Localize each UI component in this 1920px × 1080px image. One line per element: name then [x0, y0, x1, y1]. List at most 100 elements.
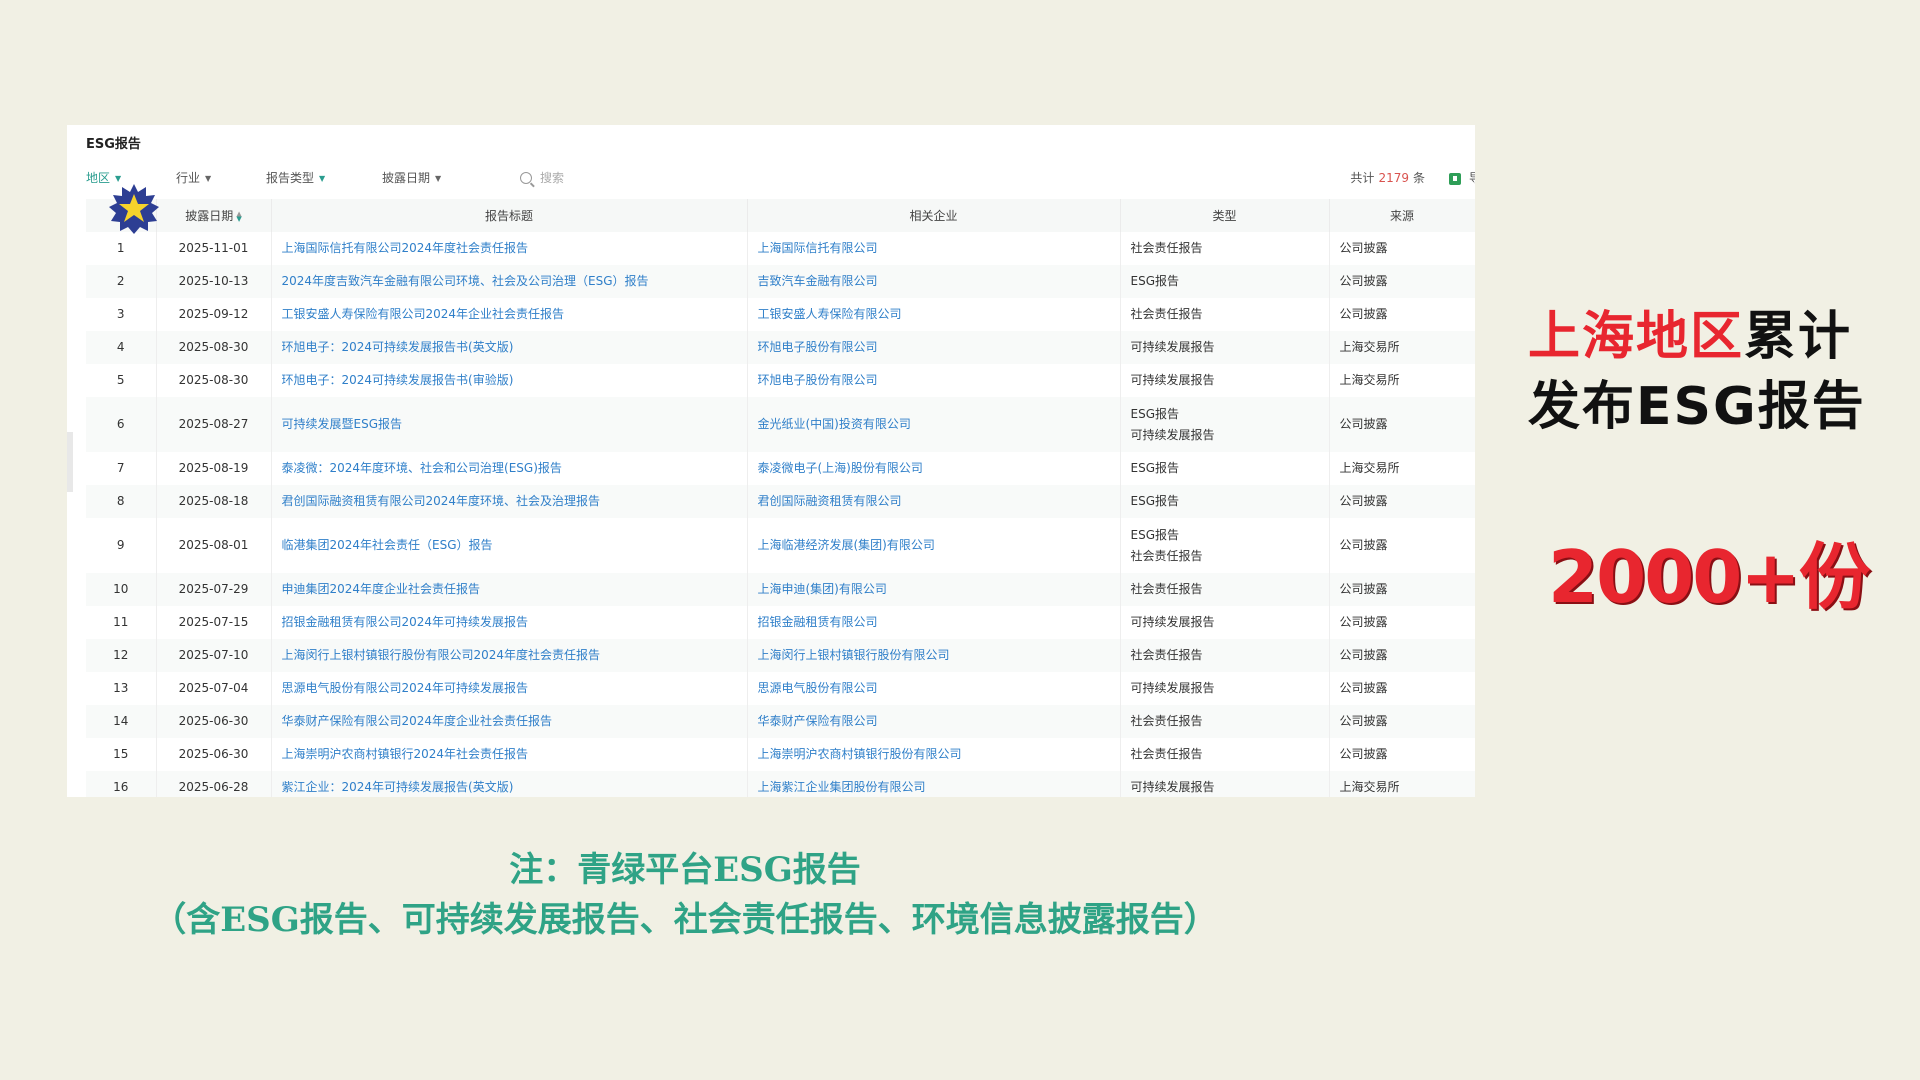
table-row[interactable]: 15 2025-06-30 上海崇明沪农商村镇银行2024年社会责任报告 上海崇明沪农… [86, 738, 1475, 771]
row-type-text: 社会责任报告 [1130, 241, 1203, 255]
row-company-link-text[interactable]: 环旭电子股份有限公司 [758, 370, 1110, 391]
table-row[interactable]: 16 2025-06-28 紫江企业：2024年可持续发展报告(英文版) 上海紫江企业… [86, 771, 1475, 797]
row-index-text: 11 [113, 615, 129, 629]
row-type: 可持续发展报告 [1120, 364, 1330, 397]
row-title-link[interactable]: 上海国际信托有限公司2024年度社会责任报告 [271, 232, 748, 265]
search-box[interactable] [520, 161, 720, 195]
col-date[interactable]: 披露日期 ▲ ▼ [156, 199, 272, 232]
row-title-link-text[interactable]: 申迪集团2024年度企业社会责任报告 [282, 579, 737, 600]
row-title-link-text[interactable]: 临港集团2024年社会责任（ESG）报告 [282, 535, 737, 556]
row-company-link[interactable]: 金光纸业(中国)投资有限公司 [747, 397, 1121, 452]
row-company-link-text[interactable]: 上海临港经济发展(集团)有限公司 [758, 535, 1110, 556]
row-company-link-text[interactable]: 金光纸业(中国)投资有限公司 [758, 414, 1110, 435]
row-company-link-text[interactable]: 上海国际信托有限公司 [758, 238, 1110, 259]
row-company-link-text[interactable]: 君创国际融资租赁有限公司 [758, 491, 1110, 512]
table-row[interactable]: 9 2025-08-01 临港集团2024年社会责任（ESG）报告 上海临港经济发展(… [86, 518, 1475, 573]
row-company-link-text[interactable]: 上海崇明沪农商村镇银行股份有限公司 [758, 744, 1110, 765]
excel-export-icon[interactable] [1449, 173, 1461, 185]
row-company-link[interactable]: 环旭电子股份有限公司 [747, 364, 1121, 397]
row-company-link[interactable]: 上海临港经济发展(集团)有限公司 [747, 518, 1121, 573]
search-input[interactable] [540, 168, 690, 188]
row-title-link-text[interactable]: 可持续发展暨ESG报告 [282, 414, 737, 435]
table-row[interactable]: 2 2025-10-13 2024年度吉致汽车金融有限公司环境、社会及公司治理（ES… [86, 265, 1475, 298]
table-row[interactable]: 14 2025-06-30 华泰财产保险有限公司2024年度企业社会责任报告 华泰财产… [86, 705, 1475, 738]
row-title-link-text[interactable]: 上海国际信托有限公司2024年度社会责任报告 [282, 238, 737, 259]
row-date-text: 2025-08-30 [178, 373, 249, 387]
row-company-link-text[interactable]: 思源电气股份有限公司 [758, 678, 1110, 699]
row-title-link[interactable]: 华泰财产保险有限公司2024年度企业社会责任报告 [271, 705, 748, 738]
table-row[interactable]: 4 2025-08-30 环旭电子：2024可持续发展报告书(英文版) 环旭电子股份有… [86, 331, 1475, 364]
row-company-link[interactable]: 招银金融租赁有限公司 [747, 606, 1121, 639]
export-label[interactable]: 导 [1469, 161, 1475, 195]
row-title-link[interactable]: 紫江企业：2024年可持续发展报告(英文版) [271, 771, 748, 797]
row-title-link[interactable]: 可持续发展暨ESG报告 [271, 397, 748, 452]
row-company-link[interactable]: 工银安盛人寿保险有限公司 [747, 298, 1121, 331]
table-row[interactable]: 13 2025-07-04 思源电气股份有限公司2024年可持续发展报告 思源电气股份… [86, 672, 1475, 705]
row-title-link[interactable]: 环旭电子：2024可持续发展报告书(英文版) [271, 331, 748, 364]
row-company-link[interactable]: 君创国际融资租赁有限公司 [747, 485, 1121, 518]
row-company-link-text[interactable]: 上海紫江企业集团股份有限公司 [758, 777, 1110, 797]
row-company-link[interactable]: 环旭电子股份有限公司 [747, 331, 1121, 364]
row-title-link[interactable]: 招银金融租赁有限公司2024年可持续发展报告 [271, 606, 748, 639]
row-company-link-text[interactable]: 环旭电子股份有限公司 [758, 337, 1110, 358]
row-title-link-text[interactable]: 华泰财产保险有限公司2024年度企业社会责任报告 [282, 711, 737, 732]
row-company-link[interactable]: 上海闵行上银村镇银行股份有限公司 [747, 639, 1121, 672]
row-company-link-text[interactable]: 吉致汽车金融有限公司 [758, 271, 1110, 292]
table-row[interactable]: 5 2025-08-30 环旭电子：2024可持续发展报告书(审验版) 环旭电子股份有… [86, 364, 1475, 397]
row-title-link-text[interactable]: 上海崇明沪农商村镇银行2024年社会责任报告 [282, 744, 737, 765]
row-title-link[interactable]: 申迪集团2024年度企业社会责任报告 [271, 573, 748, 606]
row-company-link[interactable]: 吉致汽车金融有限公司 [747, 265, 1121, 298]
row-company-link-text[interactable]: 工银安盛人寿保险有限公司 [758, 304, 1110, 325]
table-row[interactable]: 7 2025-08-19 泰凌微：2024年度环境、社会和公司治理(ESG)报告 泰凌… [86, 452, 1475, 485]
filter-industry[interactable]: 行业 ▼ [176, 161, 211, 195]
row-title-link-text[interactable]: 环旭电子：2024可持续发展报告书(英文版) [282, 337, 737, 358]
row-title-link[interactable]: 泰凌微：2024年度环境、社会和公司治理(ESG)报告 [271, 452, 748, 485]
collapse-handle[interactable] [67, 432, 73, 492]
row-title-link-text[interactable]: 泰凌微：2024年度环境、社会和公司治理(ESG)报告 [282, 458, 737, 479]
table-row[interactable]: 10 2025-07-29 申迪集团2024年度企业社会责任报告 上海申迪(集团)有限… [86, 573, 1475, 606]
table-row[interactable]: 3 2025-09-12 工银安盛人寿保险有限公司2024年企业社会责任报告 工银安盛… [86, 298, 1475, 331]
row-company-link[interactable]: 上海申迪(集团)有限公司 [747, 573, 1121, 606]
row-company-link[interactable]: 华泰财产保险有限公司 [747, 705, 1121, 738]
row-index: 11 [86, 606, 157, 639]
row-title-link[interactable]: 君创国际融资租赁有限公司2024年度环境、社会及治理报告 [271, 485, 748, 518]
filter-disclosure-date[interactable]: 披露日期 ▼ [382, 161, 441, 195]
filter-report-type[interactable]: 报告类型 ▼ [266, 161, 325, 195]
row-title-link-text[interactable]: 上海闵行上银村镇银行股份有限公司2024年度社会责任报告 [282, 645, 737, 666]
row-company-link-text[interactable]: 泰凌微电子(上海)股份有限公司 [758, 458, 1110, 479]
row-title-link[interactable]: 上海闵行上银村镇银行股份有限公司2024年度社会责任报告 [271, 639, 748, 672]
col-source: 来源 [1329, 199, 1475, 232]
row-title-link[interactable]: 2024年度吉致汽车金融有限公司环境、社会及公司治理（ESG）报告 [271, 265, 748, 298]
row-type: 社会责任报告 [1120, 232, 1330, 265]
row-company-link[interactable]: 上海崇明沪农商村镇银行股份有限公司 [747, 738, 1121, 771]
table-row[interactable]: 8 2025-08-18 君创国际融资租赁有限公司2024年度环境、社会及治理报告君… [86, 485, 1475, 518]
row-company-link-text[interactable]: 华泰财产保险有限公司 [758, 711, 1110, 732]
row-company-link-text[interactable]: 上海闵行上银村镇银行股份有限公司 [758, 645, 1110, 666]
table-row[interactable]: 11 2025-07-15 招银金融租赁有限公司2024年可持续发展报告 招银金融租赁… [86, 606, 1475, 639]
table-row[interactable]: 12 2025-07-10 上海闵行上银村镇银行股份有限公司2024年度社会责任报告… [86, 639, 1475, 672]
row-company-link-text[interactable]: 上海申迪(集团)有限公司 [758, 579, 1110, 600]
sort-icon[interactable]: ▲ ▼ [236, 210, 241, 222]
row-title-link-text[interactable]: 工银安盛人寿保险有限公司2024年企业社会责任报告 [282, 304, 737, 325]
row-company-link[interactable]: 思源电气股份有限公司 [747, 672, 1121, 705]
row-title-link-text[interactable]: 2024年度吉致汽车金融有限公司环境、社会及公司治理（ESG）报告 [282, 271, 737, 292]
row-source-text: 公司披露 [1339, 648, 1388, 662]
row-title-link[interactable]: 临港集团2024年社会责任（ESG）报告 [271, 518, 748, 573]
row-company-link[interactable]: 泰凌微电子(上海)股份有限公司 [747, 452, 1121, 485]
row-index-text: 4 [116, 340, 125, 354]
row-title-link[interactable]: 思源电气股份有限公司2024年可持续发展报告 [271, 672, 748, 705]
row-title-link-text[interactable]: 紫江企业：2024年可持续发展报告(英文版) [282, 777, 737, 797]
panel-title: ESG报告 [86, 137, 141, 152]
table-row[interactable]: 1 2025-11-01 上海国际信托有限公司2024年度社会责任报告 上海国际信托有… [86, 232, 1475, 265]
row-company-link-text[interactable]: 招银金融租赁有限公司 [758, 612, 1110, 633]
row-title-link-text[interactable]: 招银金融租赁有限公司2024年可持续发展报告 [282, 612, 737, 633]
table-row[interactable]: 6 2025-08-27 可持续发展暨ESG报告 金光纸业(中国)投资有限公司 ESG报… [86, 397, 1475, 452]
row-title-link-text[interactable]: 君创国际融资租赁有限公司2024年度环境、社会及治理报告 [282, 491, 737, 512]
row-title-link[interactable]: 环旭电子：2024可持续发展报告书(审验版) [271, 364, 748, 397]
row-title-link[interactable]: 上海崇明沪农商村镇银行2024年社会责任报告 [271, 738, 748, 771]
row-company-link[interactable]: 上海紫江企业集团股份有限公司 [747, 771, 1121, 797]
row-title-link-text[interactable]: 思源电气股份有限公司2024年可持续发展报告 [282, 678, 737, 699]
row-title-link-text[interactable]: 环旭电子：2024可持续发展报告书(审验版) [282, 370, 737, 391]
row-company-link[interactable]: 上海国际信托有限公司 [747, 232, 1121, 265]
row-title-link[interactable]: 工银安盛人寿保险有限公司2024年企业社会责任报告 [271, 298, 748, 331]
